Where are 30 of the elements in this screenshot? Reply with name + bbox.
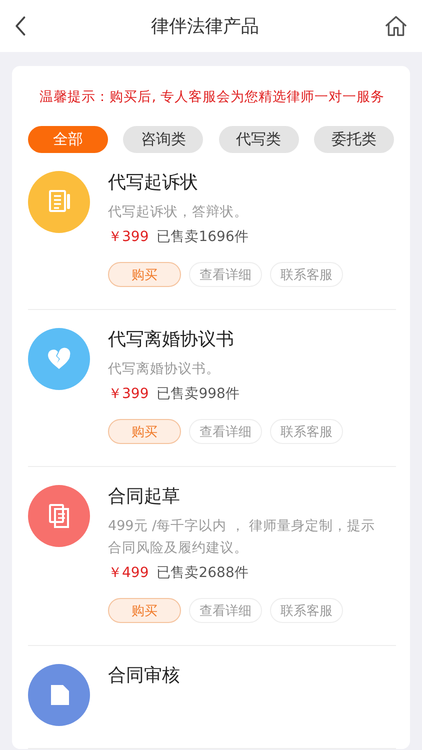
price-text: ￥399 — [108, 229, 149, 245]
home-icon[interactable] — [384, 15, 408, 37]
sold-count: 已售卖2688件 — [156, 565, 248, 581]
page-title: 律伴法律产品 — [151, 15, 259, 38]
action-button[interactable]: 联系客服 — [270, 598, 343, 623]
back-icon[interactable] — [14, 15, 26, 37]
product-title: 代写起诉状 — [108, 171, 199, 195]
category-tab[interactable]: 委托类 — [314, 126, 394, 153]
product-description: 499元 /每千字以内 ， 律师量身定制，提示合同风险及履约建议。 — [108, 517, 376, 558]
sold-count: 已售卖1696件 — [156, 229, 248, 245]
category-tab[interactable]: 代写类 — [218, 126, 299, 153]
category-tab[interactable]: 咨询类 — [123, 126, 204, 153]
buy-button[interactable]: 购买 — [108, 598, 181, 623]
product-description: 代写起诉状，答辩状。 — [108, 203, 249, 222]
product-title: 代写离婚协议书 — [108, 328, 235, 352]
sold-count: 已售卖998件 — [156, 386, 240, 402]
notice-text: 温馨提示：购买后, 专人客服会为您精选律师一对一服务 — [38, 88, 386, 106]
product-title: 合同起草 — [108, 485, 181, 509]
action-button[interactable]: 联系客服 — [270, 419, 343, 444]
action-button[interactable]: 查看详细 — [189, 598, 262, 623]
product-description: 代写离婚协议书。 — [108, 360, 221, 379]
price-text: ￥499 — [108, 565, 149, 581]
action-button[interactable]: 查看详细 — [189, 262, 262, 287]
action-button[interactable]: 查看详细 — [189, 419, 262, 444]
action-button[interactable]: 联系客服 — [270, 262, 343, 287]
buy-button[interactable]: 购买 — [108, 419, 181, 444]
price-text: ￥399 — [108, 386, 149, 402]
category-tab[interactable]: 全部 — [28, 126, 108, 153]
product-title: 合同审核 — [108, 664, 181, 688]
buy-button[interactable]: 购买 — [108, 262, 181, 287]
